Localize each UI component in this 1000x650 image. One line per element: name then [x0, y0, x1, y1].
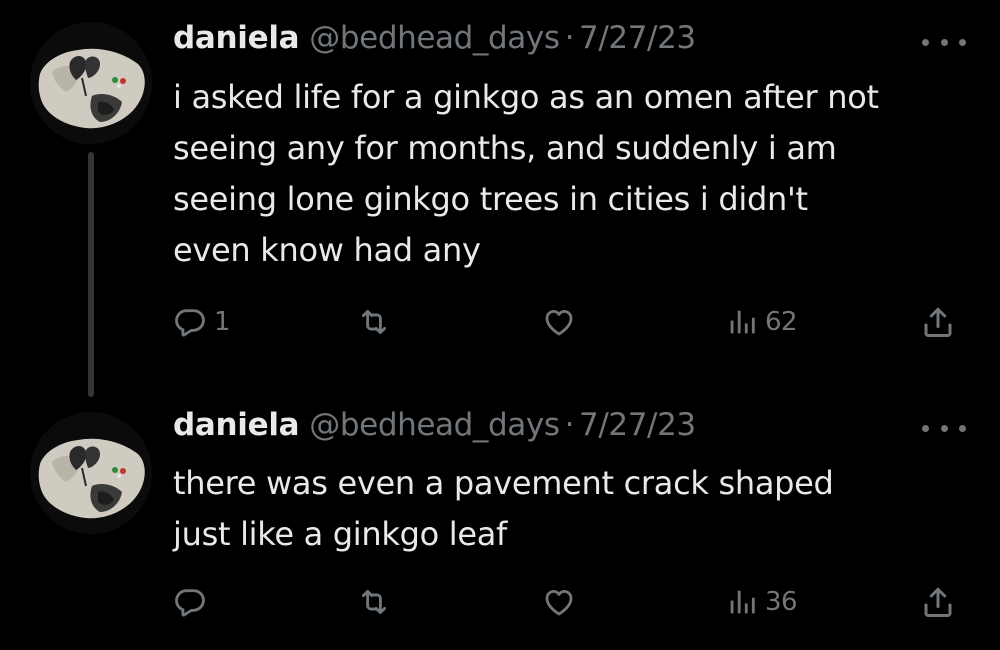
retweet-button[interactable] — [355, 297, 393, 347]
like-icon — [545, 309, 573, 336]
tweet-header: daniela @bedhead_days · 7/27/23 — [173, 407, 696, 449]
author-handle[interactable]: @bedhead_days — [309, 20, 560, 56]
tweet[interactable]: daniela @bedhead_days · 7/27/23 i asked … — [0, 0, 1000, 397]
share-button[interactable] — [920, 577, 956, 627]
views-button[interactable]: 62 — [725, 297, 798, 347]
avatar-image — [30, 22, 152, 144]
reply-button[interactable]: 1 — [172, 297, 231, 347]
separator-dot: · — [564, 407, 575, 443]
share-icon — [924, 307, 952, 337]
tweet-text: there was even a pavement crack shaped j… — [173, 464, 834, 553]
thread-connector-line — [88, 152, 94, 397]
avatar[interactable] — [30, 22, 152, 144]
tweet[interactable]: daniela @bedhead_days · 7/27/23 there wa… — [0, 395, 1000, 650]
reply-button[interactable] — [172, 577, 214, 627]
views-count: 62 — [765, 307, 798, 337]
more-options-icon[interactable] — [922, 418, 966, 438]
like-button[interactable] — [540, 297, 578, 347]
retweet-icon — [361, 309, 387, 335]
tweet-date[interactable]: 7/27/23 — [579, 20, 696, 56]
avatar-image — [30, 412, 152, 534]
reply-icon — [175, 309, 205, 337]
tweet-text: i asked life for a ginkgo as an omen aft… — [173, 78, 879, 269]
reply-icon — [175, 589, 205, 617]
reply-count: 1 — [214, 307, 231, 337]
views-icon — [730, 310, 755, 334]
share-button[interactable] — [920, 297, 956, 347]
action-bar: 36 — [0, 577, 1000, 627]
action-bar: 1 62 — [0, 297, 1000, 347]
retweet-icon — [361, 589, 387, 615]
author-name[interactable]: daniela — [173, 407, 300, 443]
separator-dot: · — [564, 20, 575, 56]
retweet-button[interactable] — [355, 577, 393, 627]
avatar[interactable] — [30, 412, 152, 534]
more-options-icon[interactable] — [922, 32, 966, 52]
views-count: 36 — [765, 587, 798, 617]
author-name[interactable]: daniela — [173, 20, 300, 56]
share-icon — [924, 587, 952, 617]
tweet-date[interactable]: 7/27/23 — [579, 407, 696, 443]
views-button[interactable]: 36 — [725, 577, 798, 627]
like-icon — [545, 589, 573, 616]
views-icon — [730, 590, 755, 614]
like-button[interactable] — [540, 577, 578, 627]
tweet-header: daniela @bedhead_days · 7/27/23 — [173, 20, 696, 62]
author-handle[interactable]: @bedhead_days — [309, 407, 560, 443]
